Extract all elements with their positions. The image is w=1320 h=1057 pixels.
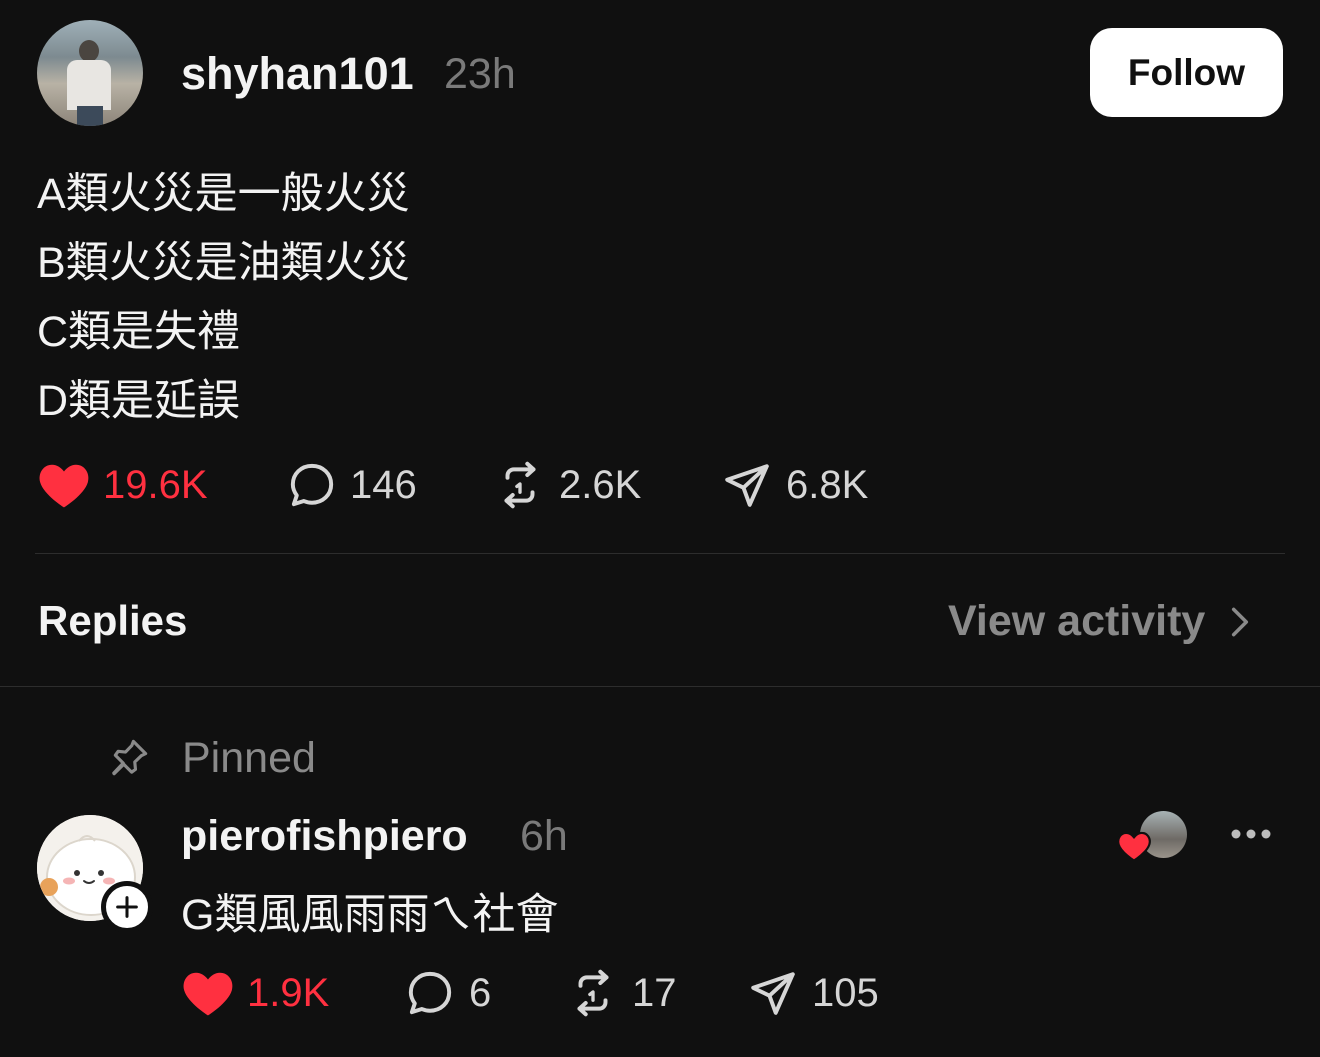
- view-activity-label: View activity: [948, 597, 1206, 645]
- post-comment-button[interactable]: 146: [287, 460, 417, 510]
- comment-icon: [290, 463, 334, 507]
- pinned-label: Pinned: [182, 734, 316, 782]
- replies-title: Replies: [38, 597, 188, 644]
- reply-author-username[interactable]: pierofishpiero: [181, 812, 468, 861]
- heart-icon: [39, 464, 89, 508]
- reply-repost-button[interactable]: 17: [568, 968, 677, 1018]
- repost-icon: [577, 969, 609, 1017]
- chevron-right-icon: [1232, 607, 1249, 636]
- post-line: C類是失禮: [37, 308, 241, 356]
- more-icon[interactable]: [1230, 826, 1272, 842]
- post-body: A類火災是一般火災 B類火災是油類火災 C類是失禮 D類是延誤: [37, 160, 410, 436]
- divider: [35, 553, 1285, 554]
- post-author-avatar[interactable]: [37, 20, 143, 126]
- repost-icon: [504, 461, 536, 509]
- pin-icon: [112, 739, 148, 776]
- post-line: B類火災是油類火災: [37, 239, 410, 287]
- post-share-button[interactable]: 6.8K: [722, 460, 868, 510]
- post-like-count: 19.6K: [103, 462, 208, 507]
- post-repost-count: 2.6K: [559, 462, 642, 507]
- reply-comment-count: 6: [469, 970, 492, 1015]
- heart-icon: [1117, 831, 1151, 862]
- post-timestamp: 23h: [444, 50, 516, 98]
- follow-button[interactable]: Follow: [1090, 28, 1283, 117]
- reply-repost-count: 17: [632, 970, 677, 1015]
- reply-comment-button[interactable]: 6: [405, 968, 491, 1018]
- reply-share-count: 105: [812, 970, 879, 1015]
- post-share-count: 6.8K: [786, 462, 869, 507]
- post-like-button[interactable]: 19.6K: [37, 460, 208, 510]
- reply-like-button[interactable]: 1.9K: [181, 968, 329, 1018]
- post-comment-count: 146: [350, 462, 417, 507]
- reply-share-button[interactable]: 105: [748, 968, 879, 1018]
- heart-icon: [183, 972, 233, 1016]
- plus-icon: [116, 896, 138, 918]
- view-activity-link[interactable]: View activity: [948, 597, 1253, 646]
- post-line: D類是延誤: [37, 377, 241, 425]
- post-repost-button[interactable]: 2.6K: [495, 460, 641, 510]
- reply-timestamp: 6h: [520, 812, 568, 860]
- comment-icon: [408, 971, 452, 1015]
- divider: [0, 686, 1320, 687]
- share-icon: [725, 464, 769, 507]
- post-line: A類火災是一般火災: [37, 170, 410, 218]
- share-icon: [751, 972, 795, 1015]
- post-author-username[interactable]: shyhan101: [181, 48, 414, 100]
- reply-body: G類風風雨雨ㄟ社會: [181, 891, 559, 939]
- follow-plus-badge[interactable]: [101, 881, 153, 933]
- reply-like-count: 1.9K: [247, 970, 330, 1015]
